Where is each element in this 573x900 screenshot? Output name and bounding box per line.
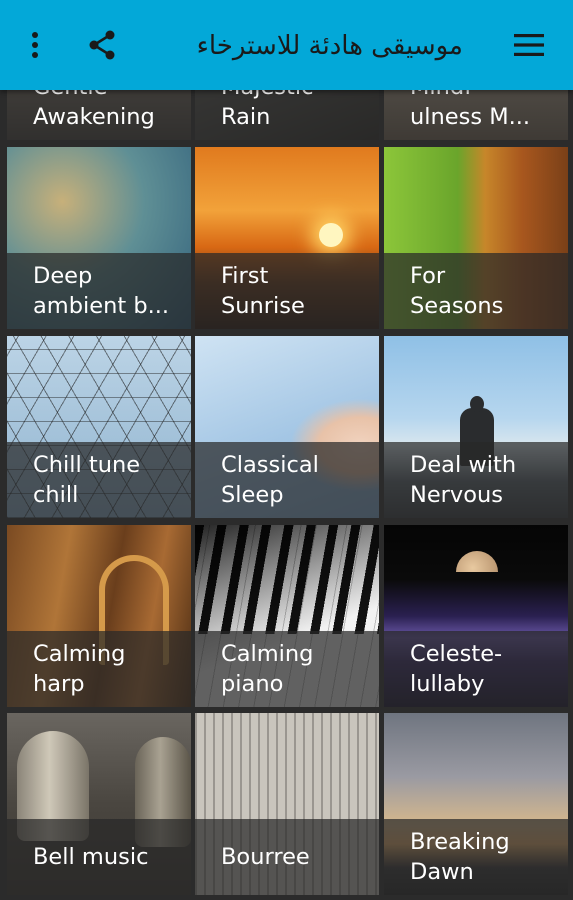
track-tile-calming-piano[interactable]: Calming piano	[195, 525, 379, 707]
tile-label-bar: First Sunrise	[195, 253, 379, 329]
track-tile-calming-harp[interactable]: Calming harp	[7, 525, 191, 707]
tile-label-bar: For Seasons	[384, 253, 568, 329]
track-tile-deep-ambient[interactable]: Deep ambient b...	[7, 147, 191, 329]
person-head	[470, 396, 484, 412]
app-bar: موسيقى هادئة للاسترخاء	[0, 0, 573, 90]
hamburger-menu-icon[interactable]	[508, 24, 550, 66]
track-tile-celeste-lullaby[interactable]: Celeste- lullaby	[384, 525, 568, 707]
track-tile-for-seasons[interactable]: For Seasons	[384, 147, 568, 329]
track-tile-deal-with-nervous[interactable]: Deal with Nervous	[384, 336, 568, 518]
track-tile-bourree[interactable]: Bourree	[195, 713, 379, 895]
tile-title: Bourree	[221, 844, 310, 870]
tile-label-bar: Chill tune chill	[7, 442, 191, 518]
share-icon[interactable]	[81, 24, 123, 66]
tile-title: Calming piano	[221, 641, 314, 697]
track-grid: Gentle Awakening Majestic Rain Mindf uln…	[0, 0, 573, 900]
tile-title: For Seasons	[410, 263, 504, 319]
app-title: موسيقى هادئة للاسترخاء	[196, 31, 463, 61]
tile-label-bar: Calming piano	[195, 631, 379, 707]
tile-label-bar: Celeste- lullaby	[384, 631, 568, 707]
tile-title: Deal with Nervous	[410, 452, 517, 508]
tile-title: First Sunrise	[221, 263, 305, 319]
tile-title: Celeste- lullaby	[410, 641, 503, 697]
tile-title: Calming harp	[33, 641, 126, 697]
tile-label-bar: Calming harp	[7, 631, 191, 707]
tile-title: Deep ambient b...	[33, 263, 170, 319]
moon-shape	[456, 551, 498, 572]
tile-label-bar: Bell music	[7, 819, 191, 895]
tile-label-bar: Bourree	[195, 819, 379, 895]
tile-title: Bell music	[33, 844, 149, 870]
tile-title: Breaking Dawn	[410, 829, 510, 885]
tile-label-bar: Classical Sleep	[195, 442, 379, 518]
tile-title: Classical Sleep	[221, 452, 319, 508]
tile-label-bar: Deal with Nervous	[384, 442, 568, 518]
tile-title: Chill tune chill	[33, 452, 141, 508]
sun-shape	[319, 223, 343, 247]
track-tile-breaking-dawn[interactable]: Breaking Dawn	[384, 713, 568, 895]
track-tile-bell-music[interactable]: Bell music	[7, 713, 191, 895]
track-tile-chill-tune[interactable]: Chill tune chill	[7, 336, 191, 518]
track-tile-classical-sleep[interactable]: Classical Sleep	[195, 336, 379, 518]
more-vertical-icon[interactable]	[14, 24, 56, 66]
track-tile-first-sunrise[interactable]: First Sunrise	[195, 147, 379, 329]
tile-label-bar: Breaking Dawn	[384, 819, 568, 895]
tile-label-bar: Deep ambient b...	[7, 253, 191, 329]
